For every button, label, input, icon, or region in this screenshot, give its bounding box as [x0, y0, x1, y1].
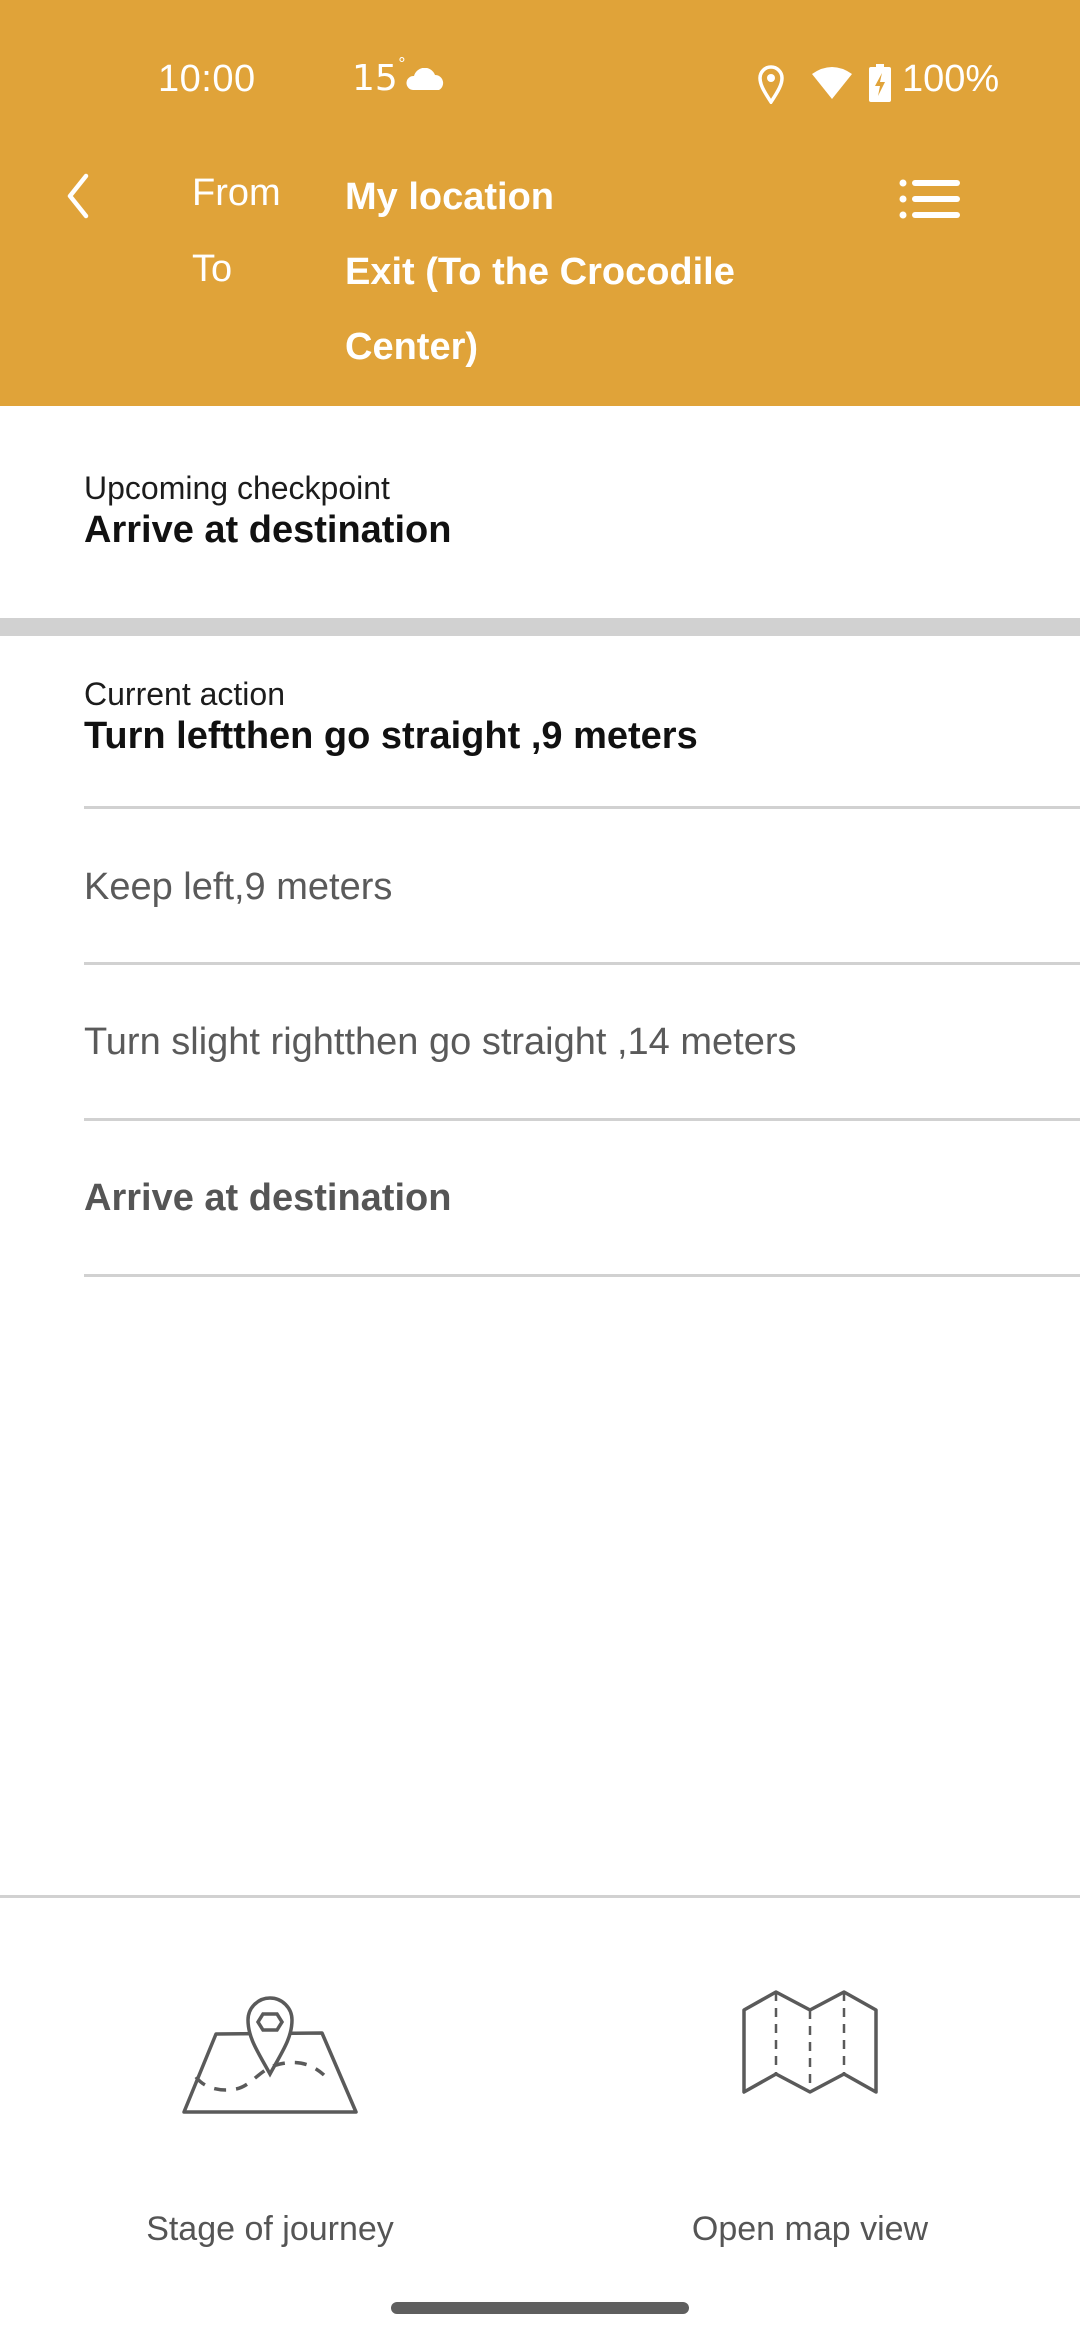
open-map-view-label: Open map view — [691, 2210, 929, 2248]
battery-charging-icon — [869, 64, 891, 102]
current-action-label: Current action — [84, 676, 285, 712]
current-action-value: Turn leftthen go straight ,9 meters — [84, 715, 698, 757]
folded-map-icon — [742, 1990, 878, 2094]
list-divider — [84, 1118, 1080, 1121]
battery-percentage: 100% — [902, 58, 1000, 100]
list-item[interactable]: Keep left,9 meters — [84, 866, 392, 909]
open-map-view-button[interactable]: Open map view — [540, 1960, 1080, 2260]
stage-of-journey-label: Stage of journey — [146, 2210, 394, 2248]
back-button[interactable] — [58, 166, 114, 226]
checkpoint-label: Upcoming checkpoint — [84, 470, 390, 506]
bottom-bar-divider — [0, 1895, 1080, 1898]
app-header: 10:00 15° 100% From My location To Exit … — [0, 0, 1080, 406]
from-value: My location — [345, 176, 555, 218]
current-action: Current action Turn leftthen go straight… — [84, 676, 698, 758]
status-bar: 10:00 15° 100% — [0, 0, 1080, 160]
map-pin-route-icon — [182, 1996, 358, 2114]
checkpoint-value: Arrive at destination — [84, 509, 452, 551]
list-item[interactable]: Arrive at destination — [84, 1177, 451, 1220]
upcoming-checkpoint: Upcoming checkpoint Arrive at destinatio… — [84, 470, 451, 552]
list-divider — [84, 962, 1080, 965]
list-divider — [84, 1274, 1080, 1277]
status-time: 10:00 — [158, 58, 256, 100]
to-label: To — [192, 248, 233, 290]
wifi-icon — [812, 67, 852, 99]
cloud-icon — [406, 68, 444, 90]
from-label: From — [192, 172, 281, 214]
location-icon — [758, 65, 784, 104]
home-indicator[interactable] — [391, 2302, 689, 2314]
list-menu-button[interactable] — [895, 174, 965, 224]
list-divider — [84, 806, 1080, 809]
status-temperature: 15° — [352, 54, 406, 99]
section-divider — [0, 618, 1080, 636]
list-item[interactable]: Turn slight rightthen go straight ,14 me… — [84, 1021, 797, 1064]
to-value: Exit (To the Crocodile Center) — [345, 251, 735, 368]
stage-of-journey-button[interactable]: Stage of journey — [0, 1960, 540, 2260]
